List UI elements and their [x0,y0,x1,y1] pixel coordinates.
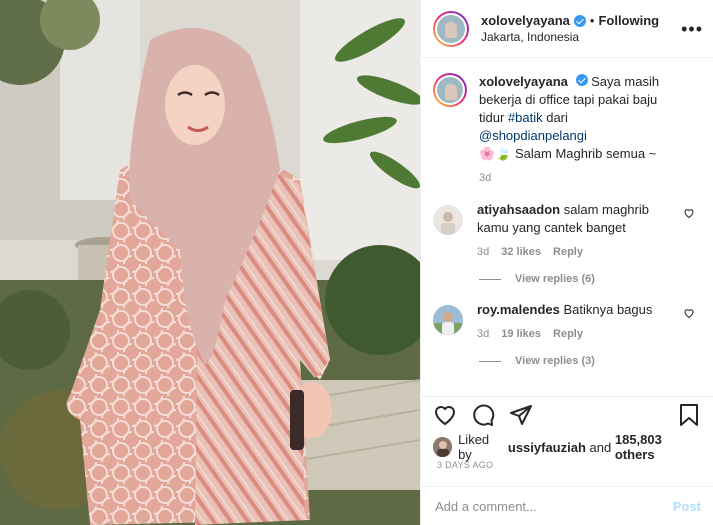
comment-time[interactable]: 3d [477,327,489,341]
comment-likes[interactable]: 32 likes [501,245,541,259]
comments-list[interactable]: xolovelyayana Saya masih bekerja di offi… [421,59,713,395]
post-image [0,0,420,525]
hashtag-link[interactable]: #batik [508,110,543,125]
author-avatar[interactable] [433,10,469,47]
reply-button[interactable]: Reply [553,327,583,341]
likes-count[interactable]: 185,803 others [615,432,701,462]
small-heart-icon[interactable] [683,207,695,222]
commenter-avatar[interactable] [433,205,463,235]
heart-icon[interactable] [433,403,457,427]
likes-summary: Liked by ussiyfauziah and 185,803 others [433,432,701,462]
separator-dot: • [589,12,595,28]
likes-and: and [589,439,612,455]
more-options-icon[interactable]: ••• [681,20,703,38]
commenter-avatar[interactable] [433,305,463,335]
liker-username[interactable]: ussiyfauziah [508,440,586,455]
bookmark-icon[interactable] [677,403,701,427]
small-heart-icon[interactable] [683,307,695,322]
caption: xolovelyayana Saya masih bekerja di offi… [421,59,713,185]
post-comment-button[interactable]: Post [673,499,701,514]
view-replies-label: View replies (3) [515,355,595,367]
verified-badge-icon [575,74,588,86]
post-header: xolovelyayana • Following Jakarta, Indon… [421,0,713,58]
divider-line [479,278,501,280]
caption-username[interactable]: xolovelyayana [479,74,568,89]
comment-item: atiyahsaadon salam maghrib kamu yang can… [421,185,713,259]
liker-avatar[interactable] [433,437,453,457]
share-icon[interactable] [509,403,533,427]
commenter-username[interactable]: atiyahsaadon [477,202,560,217]
post-photo[interactable] [0,0,420,525]
comment-time[interactable]: 3d [477,245,489,259]
post-timestamp[interactable]: 3 DAYS AGO [437,460,493,470]
view-replies-label: View replies (6) [515,273,595,285]
likes-prefix: Liked by [458,432,490,462]
commenter-username[interactable]: roy.malendes [477,302,560,317]
caption-author-avatar[interactable] [433,73,467,107]
view-replies-button[interactable]: View replies (3) [479,355,713,367]
post-side-panel: xolovelyayana • Following Jakarta, Indon… [420,0,713,525]
comment-input[interactable] [435,498,673,514]
divider-line [479,360,501,362]
comment-likes[interactable]: 19 likes [501,327,541,341]
post-actions-bar [421,396,713,428]
caption-text-mid: dari [542,110,568,125]
mention-link[interactable]: @shopdianpelangi [479,128,587,143]
add-comment-bar: Post [421,486,713,525]
caption-time[interactable]: 3d [479,171,491,185]
comment-icon[interactable] [471,403,495,427]
caption-emojis: 🌸🍃 [479,146,512,161]
following-button[interactable]: Following [598,13,659,29]
comment-item: roy.malendes Batiknya bagus 3d 19 likes … [421,285,713,341]
author-username[interactable]: xolovelyayana [481,13,570,29]
reply-button[interactable]: Reply [553,245,583,259]
comment-text: Batiknya bagus [563,302,653,317]
location-link[interactable]: Jakarta, Indonesia [481,29,659,45]
caption-text-end: Salam Maghrib semua ~ [511,146,657,161]
view-replies-button[interactable]: View replies (6) [479,273,713,285]
verified-badge-icon [573,14,586,27]
